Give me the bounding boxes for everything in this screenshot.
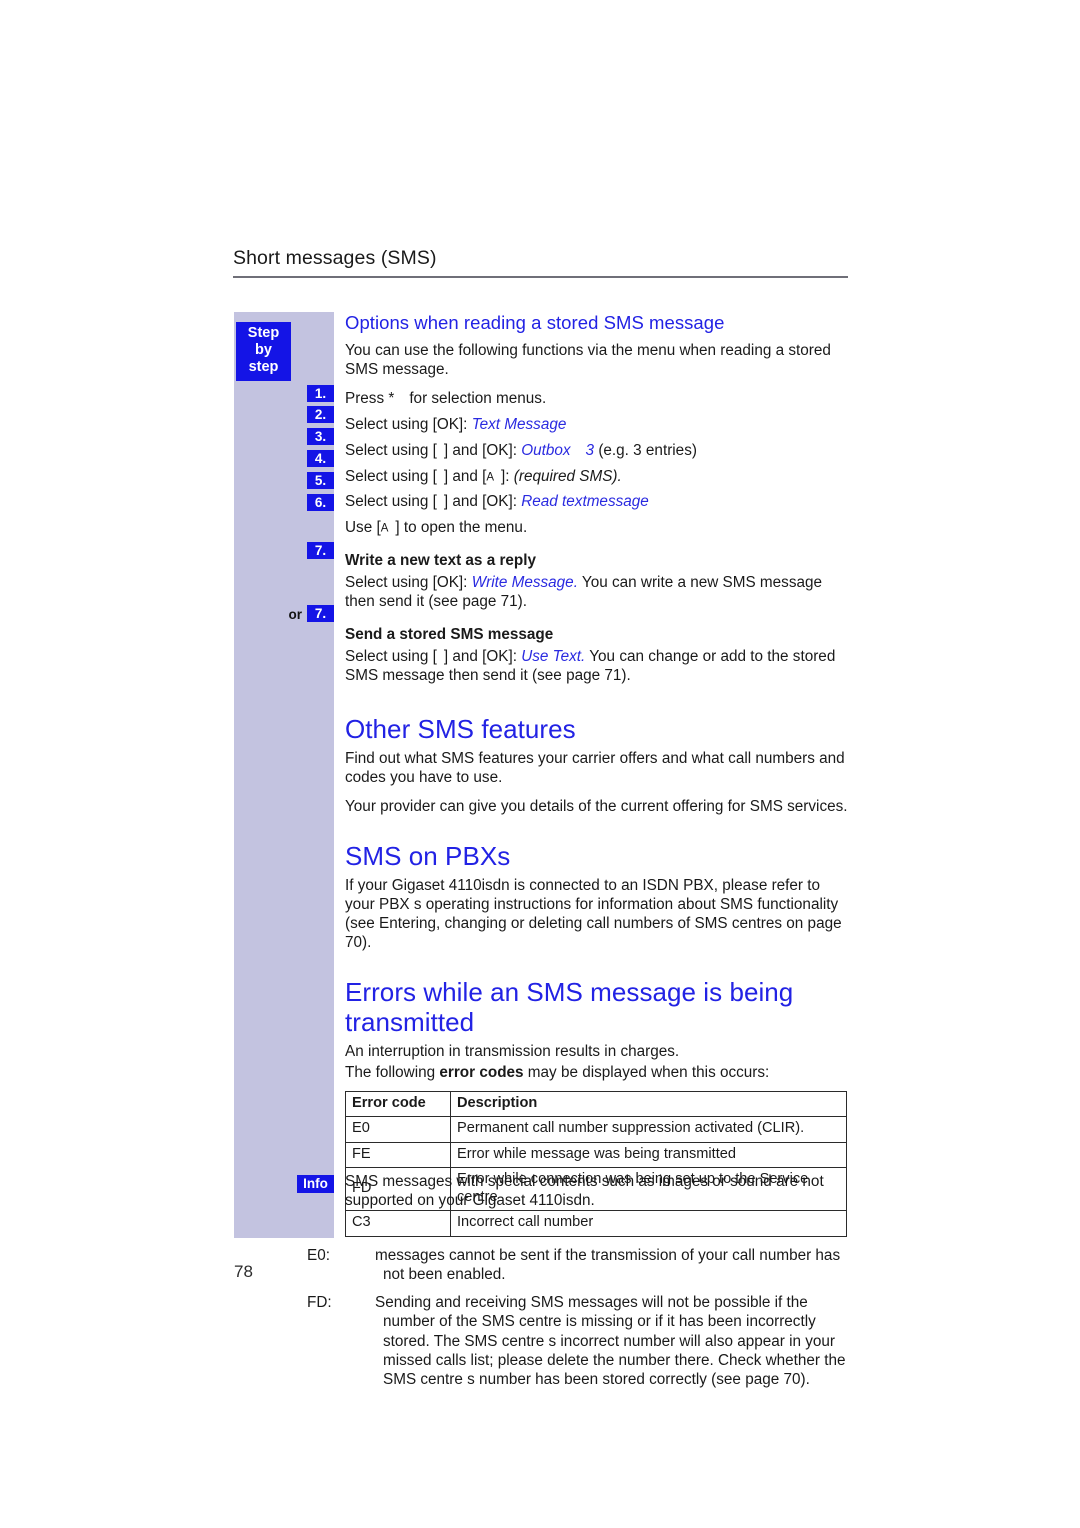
- stored-menu: Use Text.: [521, 647, 586, 665]
- step-number-5: 5.: [307, 472, 334, 489]
- cell-error-code: E0: [345, 1116, 451, 1143]
- other-features-para-2: Your provider can give you details of th…: [345, 798, 848, 816]
- step-line-2: Select using [OK]: Text Message: [345, 415, 848, 434]
- step-2-menu: Text Message: [471, 416, 567, 434]
- error-note-label: FD:: [307, 1294, 332, 1312]
- error-note-fd: FD: Sending and receiving SMS messages wi…: [307, 1293, 848, 1389]
- step-line-4: Select using [ ] and [A]: (required SMS).: [345, 467, 848, 486]
- heading-other-sms-features: Other SMS features: [345, 713, 576, 744]
- step-number-2: 2.: [307, 406, 334, 423]
- reply-pre: Select using [OK]:: [345, 573, 472, 591]
- step-number-3: 3.: [307, 428, 334, 445]
- step-badge-line-3: step: [248, 358, 279, 375]
- errors-para-2-pre: The following: [345, 1064, 440, 1082]
- step-3-post: (e.g. 3 entries): [598, 441, 697, 459]
- running-head: Short messages (SMS): [233, 247, 437, 269]
- other-features-para-1: Find out what SMS features your carrier …: [345, 749, 845, 786]
- step-4-italic: (required SMS).: [513, 467, 622, 485]
- error-note-label: E0:: [307, 1246, 330, 1264]
- step-number-4: 4.: [307, 450, 334, 467]
- step-number-7b: 7.: [307, 605, 334, 622]
- step-1-post: for selection menus.: [409, 390, 547, 408]
- options-intro: You can use the following functions via …: [345, 341, 831, 379]
- step-6-pre: Use [: [345, 519, 381, 537]
- info-paragraph: SMS messages with special contents such …: [345, 1173, 824, 1210]
- table-row: FE Error while message was being transmi…: [345, 1141, 847, 1169]
- table-row: E0 Permanent call number suppression act…: [345, 1116, 847, 1143]
- step-1-pre: Press *: [345, 390, 395, 408]
- table-header-row: Error code Description: [345, 1090, 847, 1118]
- step-3-pre: Select using [: [345, 441, 437, 459]
- table-row: C3 Incorrect call number: [345, 1210, 847, 1237]
- heading-send-stored: Send a stored SMS message: [345, 626, 554, 644]
- step-5-menu: Read textmessage: [521, 493, 649, 511]
- reply-menu: Write Message.: [471, 573, 578, 591]
- error-note-text: Sending and receiving SMS messages will …: [375, 1294, 846, 1389]
- step-line-3: Select using [ ] and [OK]: Outbox 3 (e.g. …: [345, 441, 848, 460]
- info-badge: Info: [297, 1175, 334, 1193]
- heading-sms-on-pbxs: SMS on PBXs: [345, 840, 511, 871]
- step-3-menu: Outbox: [521, 441, 571, 459]
- pbx-para-1: If your Gigaset 4110isdn is connected to…: [345, 876, 842, 952]
- step-number-7a: 7.: [307, 542, 334, 559]
- step-3-mid: ] and [OK]:: [443, 441, 522, 459]
- step-5-mid: ] and [OK]:: [443, 493, 522, 511]
- error-code-table: Error code Description E0 Permanent call…: [345, 1090, 847, 1237]
- or-label: or: [288, 607, 303, 622]
- error-note-text: messages cannot be sent if the transmiss…: [375, 1246, 841, 1283]
- step-3-menu-count: 3: [585, 441, 595, 459]
- menu-key-glyph-icon: A: [486, 471, 495, 484]
- table-header-description: Description: [450, 1090, 847, 1118]
- cell-error-code: FE: [345, 1141, 451, 1169]
- heading-options: Options when reading a stored SMS messag…: [345, 312, 725, 333]
- step-badge-line-2: by: [255, 341, 272, 358]
- page-number: 78: [234, 1262, 253, 1281]
- step-number-6: 6.: [307, 494, 334, 511]
- table-header-error-code: Error code: [345, 1090, 451, 1118]
- step-by-step-badge: Step by step: [236, 322, 291, 381]
- error-note-e0: E0: messages cannot be sent if the transm…: [307, 1246, 848, 1285]
- errors-para-2: The following error codes may be display…: [345, 1063, 848, 1082]
- step-4-mid2: ]:: [501, 467, 514, 485]
- step-4-pre: Select using [: [345, 467, 437, 485]
- cell-description: Error while message was being transmitte…: [450, 1141, 847, 1169]
- heading-errors-transmitting: Errors while an SMS message is being tra…: [345, 976, 794, 1037]
- errors-para-1: An interruption in transmission results …: [345, 1043, 680, 1061]
- step-line-7b: Select using [] and [OK]: Use Text. You …: [345, 647, 848, 686]
- step-badge-line-1: Step: [247, 325, 280, 341]
- heading-write-reply: Write a new text as a reply: [345, 552, 537, 570]
- step-2-pre: Select using [OK]:: [345, 416, 472, 434]
- running-head-rule: [233, 276, 848, 278]
- step-5-pre: Select using [: [345, 493, 437, 511]
- stored-mid: ] and [OK]:: [443, 647, 522, 665]
- cell-description: Permanent call number suppression activa…: [450, 1116, 847, 1143]
- step-line-5: Select using [ ] and [OK]: Read textmessa…: [345, 492, 848, 511]
- step-6-post: ] to open the menu.: [395, 519, 528, 537]
- step-line-6: Use [A ] to open the menu.: [345, 518, 848, 537]
- step-line-1: Press * for selection menus.: [345, 389, 848, 408]
- step-4-mid: ] and [: [443, 467, 487, 485]
- cell-description: Incorrect call number: [450, 1210, 847, 1237]
- cell-error-code: C3: [345, 1210, 451, 1237]
- step-number-1: 1.: [307, 385, 334, 402]
- errors-para-2-bold: error codes: [439, 1064, 524, 1082]
- errors-para-2-post: may be displayed when this occurs:: [523, 1064, 770, 1082]
- stored-pre: Select using [: [345, 647, 437, 665]
- menu-key-glyph-icon: A: [380, 522, 389, 535]
- step-line-7a: Select using [OK]: Write Message. You ca…: [345, 573, 848, 612]
- main-content: Options when reading a stored SMS messag…: [307, 312, 848, 1389]
